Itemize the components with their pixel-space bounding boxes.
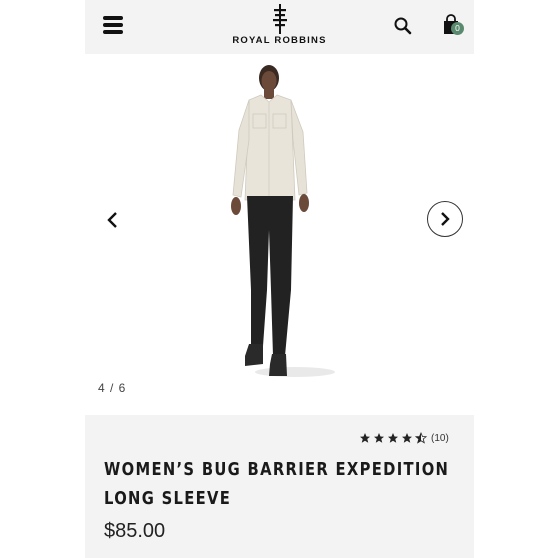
star-icon bbox=[360, 433, 370, 443]
chevron-right-icon bbox=[441, 212, 450, 226]
product-rating[interactable]: (10) bbox=[359, 432, 449, 444]
product-title-line-1: WOMEN’S BUG BARRIER EXPEDITION bbox=[104, 459, 450, 480]
product-price: $85.00 bbox=[104, 520, 166, 542]
image-counter: 4 / 6 bbox=[98, 381, 127, 395]
product-title-line-2: LONG SLEEVE bbox=[104, 488, 232, 509]
product-title: WOMEN’S BUG BARRIER EXPEDITION LONG SLEE… bbox=[104, 455, 450, 513]
half-star-icon bbox=[415, 432, 427, 444]
search-icon[interactable] bbox=[393, 16, 413, 36]
brand-name: ROYAL ROBBINS bbox=[232, 35, 327, 46]
product-image-gallery[interactable]: 4 / 6 bbox=[85, 54, 474, 415]
site-header: ROYAL ROBBINS 0 bbox=[85, 0, 474, 54]
review-count: (10) bbox=[431, 432, 449, 444]
product-photo bbox=[231, 65, 335, 377]
mobile-page: ROYAL ROBBINS 0 4 / 6 (10) WOMEN’S BUG B… bbox=[85, 0, 474, 558]
star-icon bbox=[402, 433, 412, 443]
next-image-button[interactable] bbox=[427, 201, 463, 237]
tree-logo-icon bbox=[272, 4, 287, 34]
chevron-left-icon[interactable] bbox=[103, 208, 123, 232]
brand-logo[interactable]: ROYAL ROBBINS bbox=[85, 4, 474, 46]
star-icon bbox=[374, 433, 384, 443]
star-rating bbox=[359, 432, 427, 444]
cart-count-badge[interactable]: 0 bbox=[451, 22, 464, 35]
star-icon bbox=[388, 433, 398, 443]
product-info: (10) WOMEN’S BUG BARRIER EXPEDITION LONG… bbox=[85, 415, 474, 558]
